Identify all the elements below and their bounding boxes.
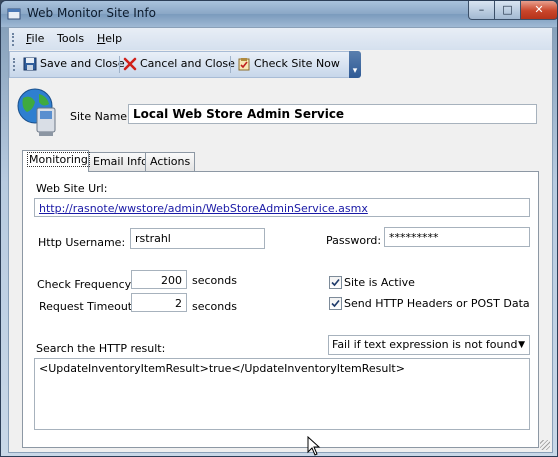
tab-email-info[interactable]: Email Info	[88, 152, 148, 171]
tab-monitoring-label: Monitoring	[27, 152, 90, 167]
maximize-button[interactable]: □	[494, 1, 521, 20]
menu-help-label: elp	[105, 32, 123, 45]
check-frequency-input[interactable]: 200	[131, 270, 187, 289]
save-and-close-button[interactable]: Save and Close	[23, 55, 125, 73]
web-site-url-label: Web Site Url:	[36, 182, 108, 195]
password-label: Password:	[326, 234, 382, 247]
request-timeout-unit: seconds	[192, 300, 237, 313]
floppy-disk-icon	[23, 57, 37, 71]
toolbar-separator	[119, 56, 120, 73]
toolbar-separator	[230, 56, 231, 73]
monitoring-panel: Web Site Url: http://rasnote/wwstore/adm…	[22, 171, 539, 448]
site-is-active-checkbox[interactable]	[329, 276, 342, 289]
menu-file[interactable]: File	[26, 32, 44, 45]
cancel-and-close-button[interactable]: Cancel and Close	[123, 55, 235, 73]
menu-bar: File Tools Help	[9, 28, 552, 50]
tab-email-info-label: Email Info	[93, 155, 148, 168]
tab-actions-label: Actions	[150, 155, 191, 168]
http-username-input[interactable]: rstrahl	[130, 228, 265, 249]
menu-tools-label: Tools	[57, 32, 85, 45]
clipboard-check-icon	[238, 58, 250, 71]
toolbar-overflow-button[interactable]: ▾	[349, 51, 361, 78]
web-site-url-link[interactable]: http://rasnote/wwstore/admin/WebStoreAdm…	[39, 202, 368, 215]
tab-actions[interactable]: Actions	[145, 152, 195, 171]
menu-grip-handle[interactable]	[12, 33, 17, 46]
search-mode-selected: Fail if text expression is not found	[332, 338, 518, 351]
toolbar: Save and Close Cancel and Close Check Si…	[9, 51, 351, 78]
send-headers-label[interactable]: Send HTTP Headers or POST Data	[344, 297, 530, 310]
red-x-icon	[123, 57, 137, 71]
title-bar[interactable]: Web Monitor Site Info – □ ✕	[1, 1, 557, 27]
menu-tools[interactable]: Tools	[57, 32, 84, 45]
password-input[interactable]: *********	[384, 227, 530, 247]
search-http-result-label: Search the HTTP result:	[36, 342, 166, 355]
site-name-input[interactable]: Local Web Store Admin Service	[128, 104, 537, 124]
check-site-now-button[interactable]: Check Site Now	[237, 55, 340, 73]
menu-file-label: ile	[31, 32, 45, 45]
check-frequency-label: Check Frequency:	[37, 278, 135, 291]
chevron-down-icon: ▾	[352, 66, 358, 76]
window-title: Web Monitor Site Info	[27, 6, 156, 20]
cancel-and-close-label: Cancel and Close	[140, 57, 235, 70]
search-expression-textarea[interactable]: <UpdateInventoryItemResult>true</UpdateI…	[34, 358, 530, 430]
toolbar-grip-handle[interactable]	[13, 58, 18, 71]
request-timeout-label: Request Timeout:	[39, 300, 136, 313]
tab-monitoring[interactable]: Monitoring	[22, 150, 90, 172]
site-name-label: Site Name:	[70, 110, 131, 123]
resize-grip[interactable]	[540, 440, 550, 450]
globe-computer-icon	[17, 88, 56, 136]
app-window-icon	[7, 8, 21, 20]
http-username-label: Http Username:	[38, 236, 126, 249]
app-window: Web Monitor Site Info – □ ✕ File Tools H…	[0, 0, 558, 457]
web-site-url-input[interactable]: http://rasnote/wwstore/admin/WebStoreAdm…	[34, 198, 530, 217]
save-and-close-label: Save and Close	[40, 57, 125, 70]
checkmark-icon	[331, 299, 340, 308]
site-is-active-label[interactable]: Site is Active	[344, 276, 415, 289]
client-area: File Tools Help Save and Close Cancel an…	[8, 27, 553, 453]
request-timeout-input[interactable]: 2	[131, 293, 187, 312]
minimize-button[interactable]: –	[468, 1, 495, 20]
send-headers-checkbox[interactable]	[329, 297, 342, 310]
menu-help[interactable]: Help	[97, 32, 122, 45]
close-button[interactable]: ✕	[520, 1, 557, 20]
check-frequency-unit: seconds	[192, 274, 237, 287]
search-mode-dropdown[interactable]: Fail if text expression is not found ▼	[328, 335, 530, 355]
check-site-now-label: Check Site Now	[254, 57, 340, 70]
checkmark-icon	[331, 278, 340, 287]
chevron-down-icon: ▼	[518, 340, 525, 350]
mouse-cursor-icon	[307, 436, 321, 456]
